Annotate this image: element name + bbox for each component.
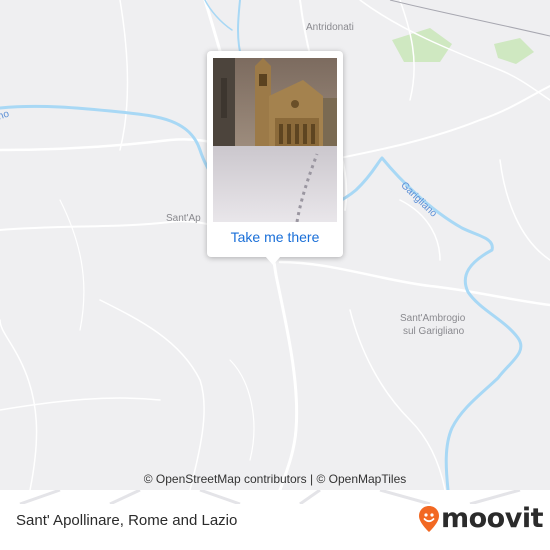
park-area [494,38,534,64]
moovit-logo[interactable]: moovit [418,503,544,534]
road [0,397,161,411]
park-area [392,28,452,62]
map-attribution: © OpenStreetMap contributors | © OpenMap… [0,469,550,490]
openmaptiles-attribution-link[interactable]: © OpenMapTiles [316,472,406,486]
osm-attribution-link[interactable]: © OpenStreetMap contributors [144,472,307,486]
attribution-separator: | [310,472,314,486]
moovit-wordmark: moovit [441,503,544,534]
place-label: Sant'Ambrogio [400,313,466,324]
road [329,85,550,161]
road [119,0,129,151]
footer-map-fade [19,490,521,504]
admin-boundary [389,0,550,37]
church-photo-image [213,58,337,222]
road [229,359,255,461]
moovit-pin-icon [419,506,439,532]
place-label: sul Garigliano [403,326,465,337]
place-label: Antridonati [306,22,354,33]
take-me-there-link[interactable]: Take me there [207,229,343,245]
map-canvas[interactable]: Antridonati Sant'Ap Sant'Ambrogio sul Ga… [0,0,550,490]
popup-pointer [265,256,281,265]
road [278,260,550,307]
location-title: Sant' Apollinare, Rome and Lazio [16,512,238,529]
road [99,299,205,490]
road [59,199,85,331]
location-photo [213,58,337,222]
location-popup: Take me there [207,51,343,257]
place-label: Sant'Ap [166,213,201,224]
road [499,159,550,261]
